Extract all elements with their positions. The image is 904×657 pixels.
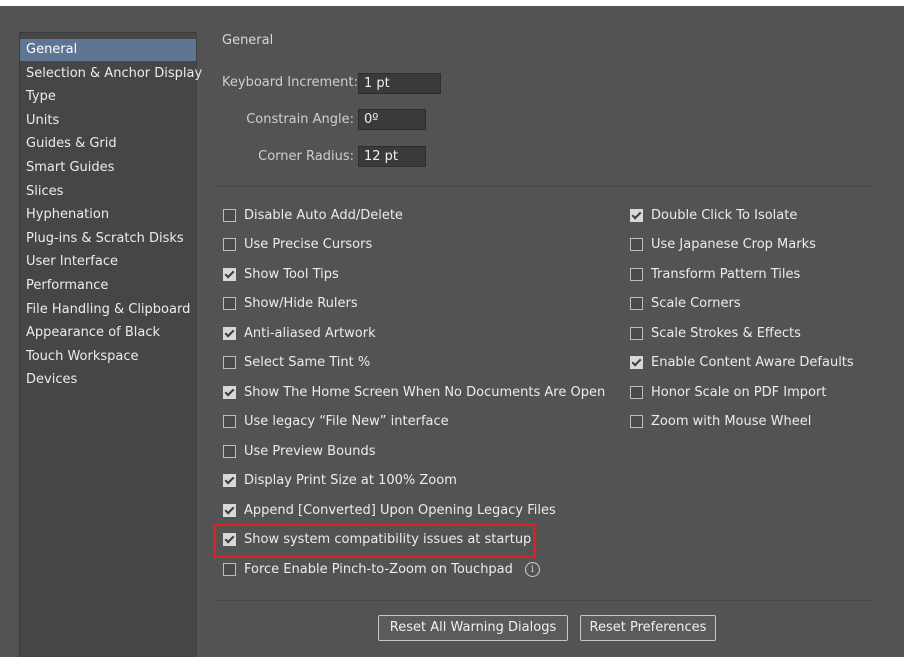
checkbox-row[interactable]: Scale Corners xyxy=(630,293,741,315)
checkbox-label: Force Enable Pinch-to-Zoom on Touchpad xyxy=(244,561,513,577)
keyboard-increment-input[interactable] xyxy=(358,73,441,94)
divider-top xyxy=(214,186,874,187)
checkbox[interactable] xyxy=(223,385,236,399)
checkbox-label: Transform Pattern Tiles xyxy=(651,266,801,282)
checkbox-row[interactable]: Disable Auto Add/Delete xyxy=(223,204,403,226)
constrain-angle-label: Constrain Angle: xyxy=(246,112,354,127)
sidebar-item[interactable]: Touch Workspace xyxy=(20,346,196,368)
checkbox-label: Scale Strokes & Effects xyxy=(651,325,801,341)
sidebar-item[interactable]: General xyxy=(20,39,196,61)
checkbox-row[interactable]: Show The Home Screen When No Documents A… xyxy=(223,381,605,403)
sidebar-item[interactable]: Smart Guides xyxy=(20,157,196,179)
sidebar-item[interactable]: Selection & Anchor Display xyxy=(20,63,202,85)
checkbox[interactable] xyxy=(223,267,236,281)
checkbox[interactable] xyxy=(223,415,236,428)
checkbox-row[interactable]: Show/Hide Rulers xyxy=(223,293,358,315)
checkbox[interactable] xyxy=(223,474,236,487)
sidebar-item[interactable]: File Handling & Clipboard xyxy=(20,299,196,321)
constrain-angle-input[interactable] xyxy=(358,109,426,130)
checkbox-row[interactable]: Use Preview Bounds xyxy=(223,440,376,462)
sidebar-item[interactable]: Guides & Grid xyxy=(20,133,196,155)
sidebar-item[interactable]: Appearance of Black xyxy=(20,322,196,344)
checkbox-label: Show/Hide Rulers xyxy=(244,296,358,311)
checkbox-row[interactable]: Use Precise Cursors xyxy=(223,234,372,256)
checkbox[interactable] xyxy=(630,238,643,251)
checkbox-label: Zoom with Mouse Wheel xyxy=(651,414,812,429)
sidebar-item[interactable]: Type xyxy=(20,86,196,108)
highlight-box xyxy=(213,523,536,558)
checkbox-label: Double Click To Isolate xyxy=(651,207,798,223)
checkbox-row[interactable]: Use legacy “File New” interface xyxy=(223,411,449,433)
checkbox-row[interactable]: Append [Converted] Upon Opening Legacy F… xyxy=(223,499,556,521)
sidebar: General Selection & Anchor Display Type Uni… xyxy=(19,32,202,657)
checkbox-row[interactable]: Honor Scale on PDF Import xyxy=(630,381,826,403)
corner-radius-label: Corner Radius: xyxy=(258,149,354,164)
checkbox-label: Use Preview Bounds xyxy=(244,443,376,459)
checkbox[interactable] xyxy=(630,267,643,281)
checkbox-label: Append [Converted] Upon Opening Legacy F… xyxy=(244,502,556,518)
corner-radius-input[interactable] xyxy=(358,146,426,167)
checkbox-label: Disable Auto Add/Delete xyxy=(244,207,403,223)
sidebar-item[interactable]: Plug-ins & Scratch Disks xyxy=(20,228,196,250)
checkbox[interactable] xyxy=(630,326,643,340)
sidebar-item[interactable]: Hyphenation xyxy=(20,204,196,226)
checkbox-label: Show The Home Screen When No Documents A… xyxy=(244,384,606,400)
checkbox-label: Enable Content Aware Defaults xyxy=(651,355,854,370)
checkbox[interactable] xyxy=(223,503,236,517)
sidebar-item[interactable]: Devices xyxy=(20,369,196,391)
checkbox-row[interactable]: Use Japanese Crop Marks xyxy=(630,234,816,256)
checkbox[interactable] xyxy=(223,444,236,458)
checkbox-label: Scale Corners xyxy=(651,296,741,311)
divider-bottom xyxy=(214,600,874,601)
checkbox-row[interactable]: Double Click To Isolate xyxy=(630,204,797,226)
checkbox[interactable] xyxy=(223,356,236,369)
checkbox-row[interactable]: Select Same Tint % xyxy=(223,352,370,374)
checkbox[interactable] xyxy=(630,415,643,428)
checkbox-label: Honor Scale on PDF Import xyxy=(651,384,827,400)
checkbox[interactable] xyxy=(630,208,643,222)
preferences-window: General Selection & Anchor Display Type Uni… xyxy=(0,6,904,657)
checkbox-label: Show Tool Tips xyxy=(244,266,339,282)
checkbox-label: Use legacy “File New” interface xyxy=(244,414,449,429)
checkbox-row[interactable]: Enable Content Aware Defaults xyxy=(630,352,854,374)
checkbox[interactable] xyxy=(223,238,236,251)
checkbox-label: Use Precise Cursors xyxy=(244,237,373,252)
checkbox[interactable] xyxy=(223,562,236,576)
checkbox-label: Select Same Tint % xyxy=(244,355,371,370)
sidebar-item[interactable]: User Interface xyxy=(20,251,196,273)
checkbox-row[interactable]: Anti-aliased Artwork xyxy=(223,322,376,344)
sidebar-item[interactable]: Units xyxy=(20,110,196,132)
checkbox[interactable] xyxy=(630,385,643,399)
keyboard-increment-label: Keyboard Increment: xyxy=(222,75,358,90)
checkbox-row[interactable]: Show Tool Tips xyxy=(223,263,339,285)
reset-all-warning-dialogs-button[interactable]: Reset All Warning Dialogs xyxy=(378,615,568,641)
section-title: General xyxy=(222,33,274,48)
checkbox[interactable] xyxy=(630,356,643,369)
checkbox[interactable] xyxy=(630,297,643,310)
info-icon[interactable]: i xyxy=(524,561,540,577)
checkbox-row[interactable]: Display Print Size at 100% Zoom xyxy=(223,470,457,492)
checkbox[interactable] xyxy=(223,208,236,222)
checkbox-row[interactable]: Transform Pattern Tiles xyxy=(630,263,800,285)
checkbox-row[interactable]: Zoom with Mouse Wheel xyxy=(630,411,811,433)
checkbox-row[interactable]: Force Enable Pinch-to-Zoom on Touchpad i xyxy=(223,558,540,580)
sidebar-item[interactable]: Slices xyxy=(20,181,196,203)
checkbox-label: Anti-aliased Artwork xyxy=(244,325,376,341)
checkbox-label: Display Print Size at 100% Zoom xyxy=(244,473,457,488)
checkbox-row[interactable]: Scale Strokes & Effects xyxy=(630,322,801,344)
reset-preferences-button[interactable]: Reset Preferences xyxy=(580,615,716,641)
sidebar-item[interactable]: Performance xyxy=(20,275,196,297)
checkbox[interactable] xyxy=(223,326,236,340)
checkbox-label: Use Japanese Crop Marks xyxy=(651,237,816,252)
checkbox[interactable] xyxy=(223,297,236,310)
